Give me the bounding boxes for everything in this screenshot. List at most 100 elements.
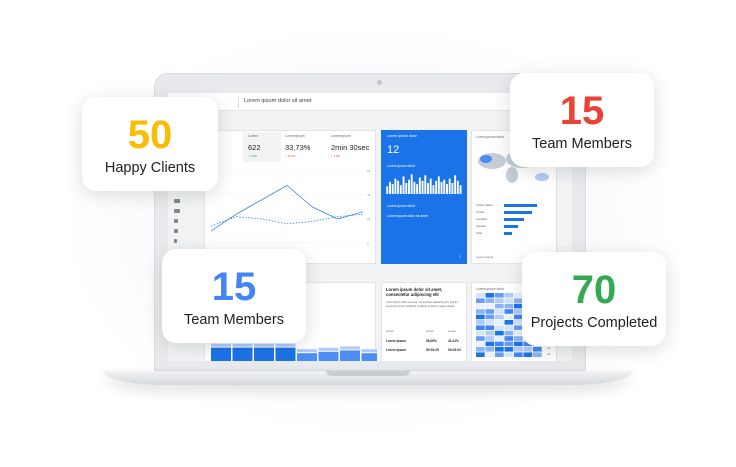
stat-label: Team Members <box>532 136 632 152</box>
bar <box>424 175 427 194</box>
insight-title: Lorem ipsum dolor sit amet, consectetur … <box>386 287 443 297</box>
blue-card-subtitle: Lorem ipsum dolor <box>387 164 416 168</box>
heat-cell <box>476 347 485 352</box>
heat-cell <box>533 347 542 352</box>
heat-cell <box>495 293 504 298</box>
table-cell: 50:03:29 <box>426 348 439 352</box>
bar <box>437 176 440 194</box>
heat-cell <box>485 347 495 352</box>
heat-cell <box>485 303 495 309</box>
bar <box>454 175 457 194</box>
stat-card-projects-completed: 70 Projects Completed <box>522 252 666 346</box>
map-card-footer[interactable]: Lorem ipsum <box>476 255 493 259</box>
heat-cell <box>495 320 504 325</box>
bar <box>402 176 405 194</box>
country-bar <box>504 211 532 214</box>
nav-icon-2[interactable] <box>174 209 180 213</box>
country-row: United States <box>476 203 556 209</box>
heat-cell <box>514 347 523 352</box>
metric-value: 33,73% <box>285 143 311 152</box>
bar-cap <box>211 343 231 347</box>
bar <box>435 180 438 194</box>
blue-card-value: 12 <box>387 144 400 156</box>
bar-cap <box>275 343 296 347</box>
table-header: Lorem <box>386 329 394 333</box>
country-bar <box>504 225 518 228</box>
heat-cell <box>495 314 504 320</box>
country-row: Australia <box>476 217 556 223</box>
insight-card: Lorem ipsum dolor sit amet, consectetur … <box>381 282 467 361</box>
bar <box>418 177 421 194</box>
bar <box>297 353 317 361</box>
chevron-right-icon[interactable]: › <box>459 254 461 260</box>
bar <box>275 347 296 361</box>
table-cell: Lorem ipsum <box>386 348 407 352</box>
nav-icon-1[interactable] <box>174 199 180 203</box>
heat-cell <box>476 330 485 336</box>
laptop-notch <box>326 371 410 376</box>
heat-cell <box>485 352 495 357</box>
metric-value: 2min 30sec <box>331 143 370 152</box>
table-cell: 03:03:04 <box>448 348 461 352</box>
heat-cell <box>504 352 514 357</box>
heat-cell <box>495 303 504 309</box>
nav-icon-3[interactable] <box>174 219 178 223</box>
stat-label: Projects Completed <box>530 315 658 331</box>
bar <box>427 183 429 194</box>
y-tick-label: 40 <box>367 193 371 197</box>
nav-icon-5[interactable] <box>174 239 177 243</box>
bar <box>318 351 339 361</box>
blue-card-link[interactable]: Lorem ipsum dolor sit amet <box>387 214 428 218</box>
heat-cell <box>514 336 523 341</box>
country-bar <box>504 218 524 221</box>
heat-cell <box>495 352 504 357</box>
heat-cell <box>504 330 514 336</box>
heat-cell <box>495 330 504 336</box>
stat-card-happy-clients: 50 Happy Clients <box>82 97 218 191</box>
stat-label: Team Members <box>184 312 284 328</box>
y-tick-label: 0 <box>367 241 369 245</box>
blue-card-link[interactable]: Lorem ipsum dolor <box>387 204 415 208</box>
nav-icon-4[interactable] <box>174 229 178 233</box>
bar <box>440 181 443 194</box>
heat-cell <box>523 347 533 352</box>
table-header: Lorem <box>426 329 434 333</box>
metric-value: 622 <box>248 143 261 152</box>
bar <box>429 178 432 194</box>
heat-cell <box>476 293 485 298</box>
table-cell: 56,06% <box>426 339 437 343</box>
blue-card-title: Lorem ipsum dolor <box>387 134 417 138</box>
stat-card-team-members: 15 Team Members <box>510 73 654 167</box>
bar-cap <box>297 349 317 353</box>
y-tick-label: 60 <box>367 169 371 173</box>
heat-cell <box>514 341 523 347</box>
heat-cell <box>485 325 495 330</box>
country-row: India <box>476 231 556 237</box>
heat-cell <box>476 341 485 347</box>
heatmap-label: pm <box>547 347 551 350</box>
heat-cell <box>476 298 485 303</box>
metric-delta: ↑ 6.8% <box>248 154 258 158</box>
heat-cell <box>504 320 514 325</box>
realtime-card[interactable]: Lorem ipsum dolor 12 Lorem ipsum dolor L… <box>381 130 467 264</box>
bar <box>394 178 397 194</box>
bar <box>399 185 402 194</box>
line-chart: 60 40 20 0 <box>210 169 371 245</box>
heat-cell <box>504 303 514 309</box>
country-label: India <box>476 231 483 235</box>
metric-label: Lorem ipsum <box>331 134 351 138</box>
bar <box>421 180 424 194</box>
insight-body: Lorem ipsum dolor sit amet, consectetur … <box>386 301 458 308</box>
bar-cap <box>232 343 253 347</box>
heat-cell <box>514 352 523 357</box>
heat-cell <box>476 303 485 309</box>
heatmap-title: Lorem ipsum dolor <box>476 287 505 291</box>
bar-cap <box>361 349 377 353</box>
mini-bar-chart <box>386 174 462 194</box>
heat-cell <box>504 309 514 314</box>
heat-cell <box>504 336 514 341</box>
heat-cell <box>485 336 495 341</box>
bar <box>410 174 413 194</box>
bar <box>389 181 391 194</box>
heat-cell <box>495 325 504 330</box>
